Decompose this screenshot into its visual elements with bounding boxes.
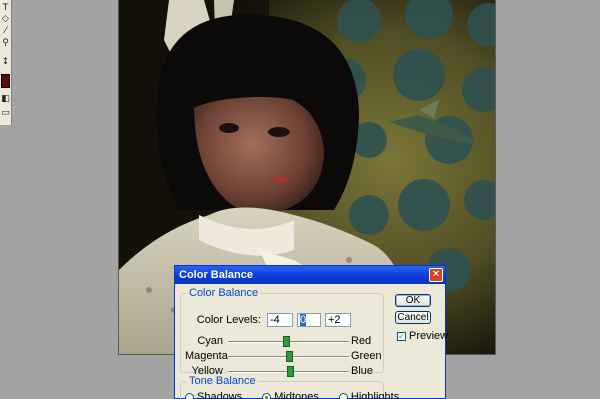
magenta-label: Magenta xyxy=(185,350,228,362)
highlights-radio[interactable]: Highlights xyxy=(338,391,400,399)
dialog-title: Color Balance xyxy=(179,269,253,281)
cyan-red-slider-track[interactable] xyxy=(228,336,349,347)
shape-tool-icon[interactable]: ◇ xyxy=(1,15,10,24)
selected-level-text: 0 xyxy=(300,314,307,326)
highlights-label: Highlights xyxy=(350,391,400,399)
shadows-label: Shadows xyxy=(197,391,243,399)
color-balance-group: Color Balance Color Levels: -4 0 +2 Cyan… xyxy=(180,287,384,377)
preview-checkbox-row[interactable]: ✓ Preview xyxy=(397,330,448,342)
dialog-titlebar[interactable]: Color Balance ✕ xyxy=(175,266,445,284)
green-label: Green xyxy=(351,350,382,362)
cyan-red-level-input[interactable]: -4 xyxy=(267,313,293,327)
screen-mode-icon[interactable]: ▭ xyxy=(1,109,10,118)
cyan-red-slider-row: Cyan Red xyxy=(181,335,383,349)
tone-balance-group-label: Tone Balance xyxy=(189,375,256,387)
magenta-green-slider-row: Magenta Green xyxy=(181,350,383,364)
color-levels-row: Color Levels: -4 0 +2 xyxy=(193,313,355,327)
midtones-radio-icon xyxy=(262,392,272,399)
tone-radio-row: Shadows Midtones Highlights xyxy=(185,391,419,399)
yellow-blue-slider-track[interactable] xyxy=(228,366,349,377)
cyan-red-slider-thumb[interactable] xyxy=(283,336,291,347)
midtones-label: Midtones xyxy=(274,391,319,399)
close-icon[interactable]: ✕ xyxy=(429,268,443,282)
ok-button[interactable]: OK xyxy=(395,294,431,307)
magenta-green-level-input[interactable]: 0 xyxy=(297,313,321,327)
preview-label: Preview xyxy=(409,330,449,342)
quick-mask-icon[interactable]: ◧ xyxy=(1,95,10,104)
type-tool-icon[interactable]: T xyxy=(1,4,10,13)
magenta-green-slider-thumb[interactable] xyxy=(285,351,293,362)
eyedropper-icon[interactable]: ⁄ xyxy=(1,27,10,36)
highlights-radio-icon xyxy=(338,392,348,399)
cancel-button[interactable]: Cancel xyxy=(395,311,431,324)
color-balance-dialog: Color Balance ✕ Color Balance Color Leve… xyxy=(174,265,448,399)
shadows-radio-icon xyxy=(185,392,194,399)
preview-checkbox[interactable]: ✓ xyxy=(397,331,406,341)
foreground-color-swatch[interactable] xyxy=(1,74,10,88)
color-balance-group-label: Color Balance xyxy=(189,287,259,299)
tone-balance-group: Tone Balance Shadows Midtones Highlights xyxy=(180,375,399,399)
magenta-green-slider-track[interactable] xyxy=(228,351,349,362)
shadows-radio[interactable]: Shadows xyxy=(185,391,242,399)
zoom-icon[interactable]: ⚲ xyxy=(1,39,10,48)
red-label: Red xyxy=(351,335,372,347)
cyan-label: Cyan xyxy=(197,335,223,347)
tool-palette: T ◇ ⁄ ⚲ ↕ ◧ ▭ xyxy=(0,0,12,125)
color-levels-label: Color Levels: xyxy=(196,314,261,326)
yellow-blue-level-input[interactable]: +2 xyxy=(325,313,351,327)
midtones-radio[interactable]: Midtones xyxy=(262,391,319,399)
swap-colors-icon[interactable]: ↕ xyxy=(1,58,10,67)
